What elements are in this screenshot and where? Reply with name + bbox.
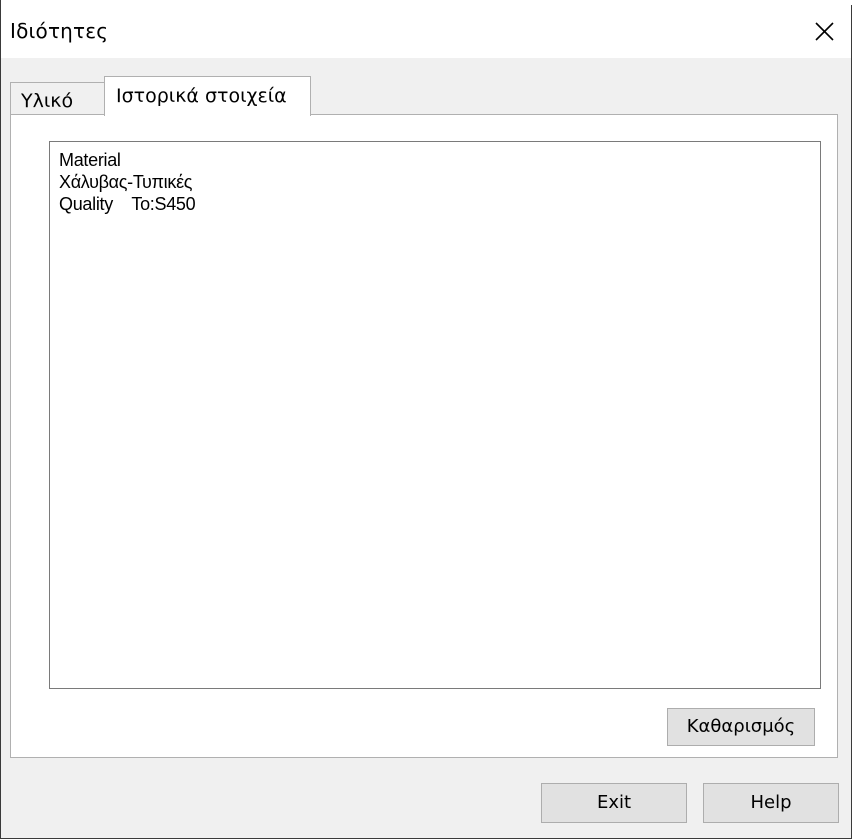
tab-history-label: Ιστορικά στοιχεία [116,85,287,107]
exit-button[interactable]: Exit [541,783,687,823]
title-bar[interactable]: Ιδιότητες [1,5,851,58]
close-icon [815,22,834,41]
history-text-area[interactable]: Material Χάλυβας-Τυπικές Quality To:S450 [49,141,821,689]
clear-button[interactable]: Καθαρισμός [667,708,815,746]
close-button[interactable] [799,5,851,58]
history-tab-panel: Material Χάλυβας-Τυπικές Quality To:S450… [10,114,838,758]
history-line: Χάλυβας-Τυπικές [59,172,193,192]
properties-dialog: Ιδιότητες Υλικό Ιστορικά στοιχεία Materi… [0,0,852,839]
history-line: Material [59,150,121,170]
help-button[interactable]: Help [703,783,839,823]
tab-material-label: Υλικό [21,90,74,112]
tab-material[interactable]: Υλικό [10,82,105,115]
history-line: Quality To:S450 [59,194,196,214]
tab-history[interactable]: Ιστορικά στοιχεία [104,76,311,116]
window-title: Ιδιότητες [10,19,109,43]
